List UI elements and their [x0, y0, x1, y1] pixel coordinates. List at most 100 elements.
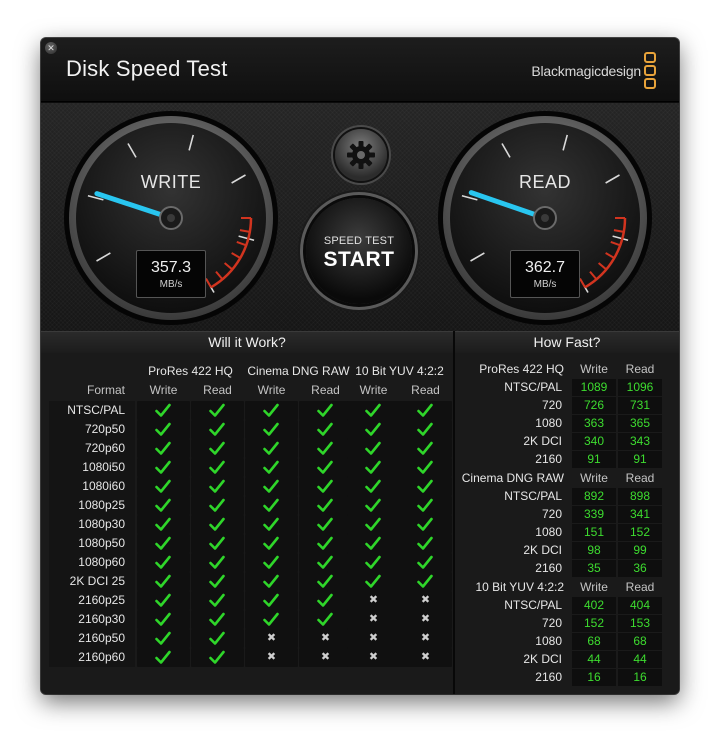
wiw-pass-cell [191, 439, 244, 458]
wiw-pass-cell [137, 629, 190, 648]
wiw-pass-cell [347, 534, 400, 553]
close-icon[interactable]: ✕ [45, 42, 57, 54]
check-icon [365, 555, 381, 569]
write-gauge-label: WRITE [140, 172, 202, 192]
check-icon [209, 593, 225, 607]
check-icon [263, 441, 279, 455]
hf-read-value: 343 [618, 433, 662, 450]
read-speed-readout: 362.7 MB/s [510, 250, 580, 298]
read-speed-unit: MB/s [533, 279, 557, 290]
hf-write-value: 340 [572, 433, 616, 450]
hf-write-value: 68 [572, 633, 616, 650]
wiw-pass-cell [299, 458, 352, 477]
how-fast-panel: ProRes 422 HQ Write Read NTSC/PAL 1089 1096 72… [455, 353, 679, 694]
wiw-pass-cell [137, 458, 190, 477]
hf-write-value: 892 [572, 488, 616, 505]
cross-icon: ✖ [368, 613, 379, 625]
check-icon [209, 574, 225, 588]
write-hub-center [167, 214, 175, 222]
wiw-pass-cell [399, 496, 452, 515]
hf-format-cell: 720 [541, 398, 562, 412]
wiw-pass-cell [245, 420, 298, 439]
wiw-pass-cell [191, 610, 244, 629]
hf-write-value: 35 [572, 560, 616, 577]
wiw-pass-cell [347, 515, 400, 534]
wiw-pass-cell [347, 496, 400, 515]
hf-format-cell: NTSC/PAL [504, 380, 562, 394]
read-gauge: READ 362.7 MB/s [437, 110, 653, 326]
check-icon [155, 536, 171, 550]
wiw-pass-cell [191, 458, 244, 477]
cross-icon: ✖ [320, 632, 331, 644]
hf-write-value: 152 [572, 615, 616, 632]
hf-format-cell: 2K DCI [523, 543, 562, 557]
wiw-pass-cell [299, 610, 352, 629]
wiw-pass-cell [347, 458, 400, 477]
wiw-pass-cell [399, 515, 452, 534]
wiw-pass-cell [299, 591, 352, 610]
check-icon [155, 612, 171, 626]
wiw-fail-cell: ✖ [347, 591, 400, 610]
hf-read-value: 99 [618, 542, 662, 559]
hf-group-header: 10 Bit YUV 4:2:2 [475, 580, 565, 594]
check-icon [365, 498, 381, 512]
wiw-pass-cell [399, 439, 452, 458]
check-icon [317, 517, 333, 531]
wiw-pass-cell [137, 610, 190, 629]
check-icon [263, 460, 279, 474]
check-icon [317, 593, 333, 607]
hf-group-header: ProRes 422 HQ [479, 362, 564, 376]
check-icon [155, 498, 171, 512]
wiw-format-cell: 2160p60 [78, 650, 125, 664]
wiw-pass-cell [191, 534, 244, 553]
hf-write-subheader: Write [580, 362, 608, 376]
cross-icon: ✖ [320, 651, 331, 663]
will-it-work-panel: ProRes 422 HQ Cinema DNG RAW 10 Bit YUV 4:… [41, 353, 453, 694]
start-speed-test-button[interactable]: SPEED TEST START [306, 198, 412, 304]
hf-read-value: 44 [618, 651, 662, 668]
wiw-pass-cell [299, 572, 352, 591]
wiw-pass-cell [299, 496, 352, 515]
wiw-pass-cell [245, 477, 298, 496]
wiw-format-cell: 720p50 [84, 422, 125, 436]
wiw-pass-cell [137, 515, 190, 534]
wiw-pass-cell [191, 496, 244, 515]
wiw-pass-cell [137, 591, 190, 610]
wiw-pass-cell [137, 553, 190, 572]
check-icon [317, 422, 333, 436]
check-icon [155, 555, 171, 569]
hf-format-cell: NTSC/PAL [504, 598, 562, 612]
wiw-fail-cell: ✖ [347, 629, 400, 648]
wiw-pass-cell [137, 572, 190, 591]
how-fast-header: How Fast? [455, 331, 679, 353]
check-icon [417, 422, 433, 436]
wiw-pass-cell [191, 629, 244, 648]
wiw-pass-cell [137, 477, 190, 496]
wiw-pass-cell [299, 420, 352, 439]
check-icon [317, 574, 333, 588]
brand-logo-icon [644, 52, 657, 90]
write-gauge: WRITE 357.3 MB/s [63, 110, 279, 326]
wiw-pass-cell [245, 553, 298, 572]
hf-format-cell: 720 [541, 616, 562, 630]
hf-group-header: Cinema DNG RAW [461, 471, 564, 485]
hf-write-value: 402 [572, 597, 616, 614]
check-icon [317, 612, 333, 626]
wiw-pass-cell [191, 648, 244, 667]
cross-icon: ✖ [266, 651, 277, 663]
hf-format-cell: 2K DCI [523, 652, 562, 666]
check-icon [417, 517, 433, 531]
wiw-pass-cell [191, 420, 244, 439]
wiw-group-header: ProRes 422 HQ [148, 364, 233, 378]
hf-write-value: 98 [572, 542, 616, 559]
check-icon [317, 479, 333, 493]
check-icon [365, 422, 381, 436]
check-icon [365, 460, 381, 474]
settings-button[interactable] [335, 129, 387, 181]
cross-icon: ✖ [266, 632, 277, 644]
write-speed-value: 357.3 [150, 259, 192, 276]
write-speed-unit: MB/s [159, 279, 183, 290]
wiw-pass-cell [191, 572, 244, 591]
wiw-fail-cell: ✖ [399, 591, 452, 610]
wiw-fail-cell: ✖ [399, 610, 452, 629]
